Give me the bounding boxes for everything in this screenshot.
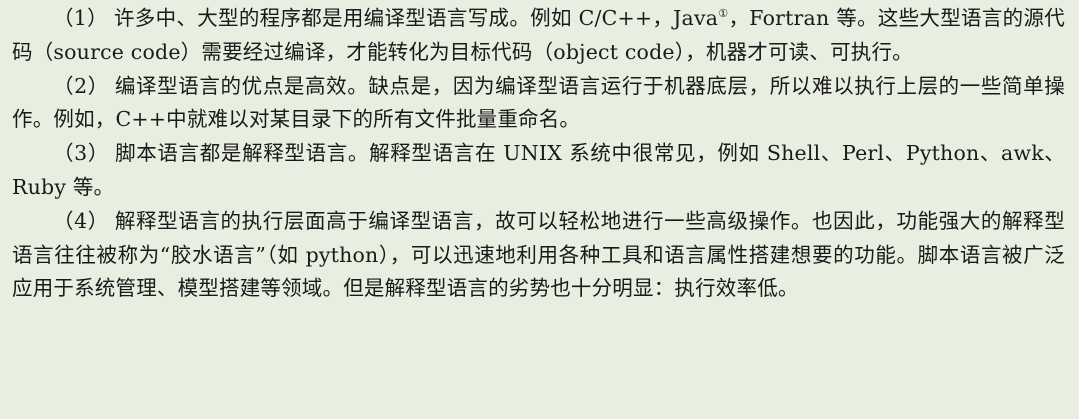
paragraph-number: （4） <box>53 208 109 233</box>
paragraph-text: 许多中、大型的程序都是用编译型语言写成。例如 C/C++，Java <box>113 6 719 30</box>
paragraph-text: 编译型语言的优点是高效。缺点是，因为编译型语言运行于机器底层，所以难以执行上层的… <box>12 73 1065 132</box>
paragraph-2: （2） 编译型语言的优点是高效。缺点是，因为编译型语言运行于机器底层，所以难以执行… <box>12 70 1065 138</box>
paragraph-text: 脚本语言都是解释型语言。解释型语言在 UNIX 系统中很常见，例如 Shell、… <box>12 141 1065 199</box>
paragraph-1: （1） 许多中、大型的程序都是用编译型语言写成。例如 C/C++，Java①，Fo… <box>12 2 1065 70</box>
paragraph-number: （1） <box>53 6 108 30</box>
paragraph-number: （3） <box>53 141 110 166</box>
document-page: （1） 许多中、大型的程序都是用编译型语言写成。例如 C/C++，Java①，Fo… <box>0 0 1079 419</box>
paragraph-3: （3） 脚本语言都是解释型语言。解释型语言在 UNIX 系统中很常见，例如 She… <box>12 137 1065 205</box>
paragraph-text: 解释型语言的执行层面高于编译型语言，故可以轻松地进行一些高级操作。也因此，功能强… <box>12 208 1065 301</box>
paragraph-4: （4） 解释型语言的执行层面高于编译型语言，故可以轻松地进行一些高级操作。也因此，… <box>12 205 1065 306</box>
paragraph-number: （2） <box>53 73 109 98</box>
footnote-marker: ① <box>718 7 729 21</box>
